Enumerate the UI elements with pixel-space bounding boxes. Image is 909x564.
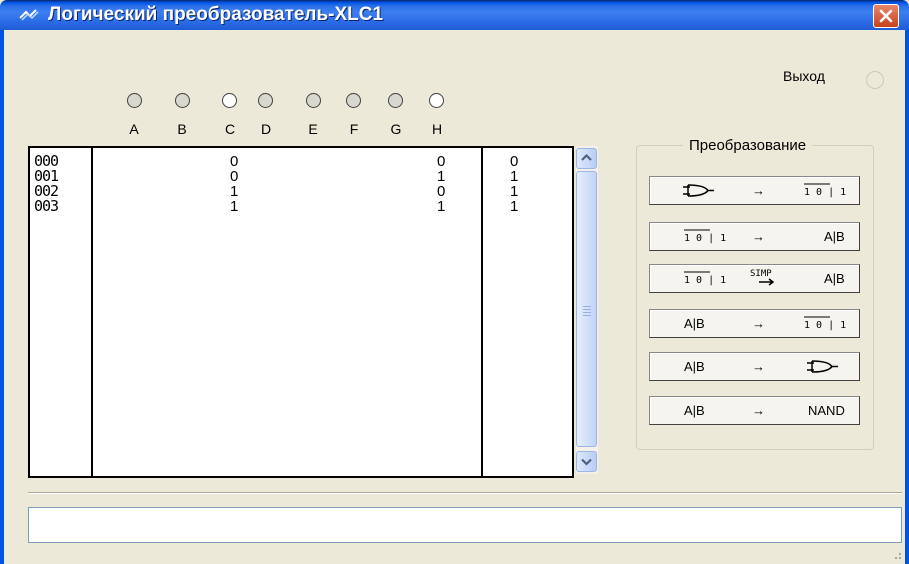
chevron-down-icon bbox=[581, 458, 592, 466]
truth-table-label: 1 0 | 1 bbox=[804, 187, 846, 198]
window-frame-left bbox=[0, 30, 4, 564]
expression-label: A|B bbox=[684, 403, 705, 418]
expression-label: A|B bbox=[684, 316, 705, 331]
variable-f-label: F bbox=[349, 121, 359, 137]
gate-icon bbox=[683, 184, 714, 197]
variable-e-toggle[interactable] bbox=[306, 93, 321, 108]
expression-label: A|B bbox=[684, 359, 705, 374]
conversion-title: Преобразование bbox=[683, 137, 813, 154]
truth-table-to-simplified-graphic: 1 0 | 1 SIMP A|B bbox=[684, 269, 845, 286]
table-divider bbox=[481, 146, 483, 478]
circuit-to-truth-table-button[interactable]: → 1 0 | 1 bbox=[649, 176, 860, 205]
variable-c-label: C bbox=[224, 121, 236, 137]
expression-label: A|B bbox=[824, 271, 845, 286]
arrow-icon bbox=[759, 278, 775, 286]
variable-a-toggle[interactable] bbox=[127, 93, 142, 108]
arrow-icon: → bbox=[752, 359, 765, 374]
arrow-icon: → bbox=[752, 403, 765, 418]
output-cell[interactable]: 0 bbox=[510, 154, 518, 169]
variable-g-label: G bbox=[390, 121, 402, 137]
truth-table-label: 1 0 | 1 bbox=[684, 275, 726, 286]
variable-h-toggle[interactable] bbox=[429, 93, 444, 108]
cell-h: 0 bbox=[437, 153, 446, 170]
close-icon bbox=[879, 9, 893, 23]
cell-h: 1 bbox=[437, 198, 446, 215]
vertical-scrollbar[interactable] bbox=[576, 146, 598, 474]
arrow-icon: → bbox=[752, 183, 765, 198]
cell-c: 0 bbox=[230, 168, 239, 185]
row-index: 003 bbox=[34, 197, 59, 215]
gate-icon bbox=[807, 360, 838, 373]
expression-field[interactable] bbox=[28, 507, 902, 543]
cell-h: 1 bbox=[437, 168, 446, 185]
app-icon bbox=[19, 9, 39, 21]
grip-line bbox=[583, 306, 591, 307]
expression-to-nand-graphic: A|B → NAND bbox=[684, 403, 845, 418]
truth-table-to-simplified-button[interactable]: 1 0 | 1 SIMP A|B bbox=[649, 264, 860, 293]
simp-label: SIMP bbox=[750, 269, 772, 279]
output-cell[interactable]: 1 bbox=[510, 169, 518, 184]
grip-line bbox=[583, 315, 591, 316]
separator bbox=[28, 492, 902, 494]
chevron-up-icon bbox=[581, 153, 592, 161]
grip-line bbox=[583, 312, 591, 313]
expression-label: A|B bbox=[824, 229, 845, 244]
expression-to-nand-button[interactable]: A|B → NAND bbox=[649, 396, 860, 425]
expression-to-circuit-graphic: A|B → bbox=[684, 359, 838, 374]
close-button[interactable] bbox=[873, 4, 899, 28]
resize-grip-icon[interactable] bbox=[892, 550, 902, 560]
variable-d-label: D bbox=[260, 121, 272, 137]
output-cell[interactable]: 1 bbox=[510, 199, 518, 214]
grip-line bbox=[583, 309, 591, 310]
variable-d-toggle[interactable] bbox=[258, 93, 273, 108]
expression-to-truth-table-button[interactable]: A|B → 1 0 | 1 bbox=[649, 309, 860, 338]
window-frame-right bbox=[905, 30, 909, 564]
truth-table-to-expression-button[interactable]: 1 0 | 1 → A|B bbox=[649, 222, 860, 251]
circuit-to-truth-table-graphic: → 1 0 | 1 bbox=[683, 183, 846, 198]
truth-table-label: 1 0 | 1 bbox=[804, 320, 846, 331]
cell-c: 1 bbox=[230, 198, 239, 215]
variable-h-label: H bbox=[431, 121, 443, 137]
arrow-icon: → bbox=[752, 229, 765, 244]
arrow-icon: → bbox=[752, 316, 765, 331]
expression-to-truth-table-graphic: A|B → 1 0 | 1 bbox=[684, 316, 846, 331]
variable-c-toggle[interactable] bbox=[222, 93, 237, 108]
nand-label: NAND bbox=[808, 403, 845, 418]
scroll-thumb[interactable] bbox=[576, 171, 597, 447]
scroll-up-button[interactable] bbox=[576, 148, 597, 169]
variable-e-label: E bbox=[308, 121, 318, 137]
table-divider bbox=[91, 146, 93, 478]
cell-h: 0 bbox=[437, 183, 446, 200]
variable-a-label: A bbox=[129, 121, 139, 137]
expression-to-circuit-button[interactable]: A|B → bbox=[649, 352, 860, 381]
truth-table-to-expression-graphic: 1 0 | 1 → A|B bbox=[684, 229, 845, 244]
variable-b-toggle[interactable] bbox=[175, 93, 190, 108]
truth-table-label: 1 0 | 1 bbox=[684, 233, 726, 244]
variable-f-toggle[interactable] bbox=[346, 93, 361, 108]
cell-c: 1 bbox=[230, 183, 239, 200]
window-title: Логический преобразователь-XLC1 bbox=[48, 4, 384, 25]
scroll-down-button[interactable] bbox=[576, 451, 597, 472]
variable-g-toggle[interactable] bbox=[388, 93, 403, 108]
output-indicator bbox=[866, 71, 884, 89]
output-cell[interactable]: 1 bbox=[510, 184, 518, 199]
truth-table[interactable] bbox=[28, 146, 574, 478]
cell-c: 0 bbox=[230, 153, 239, 170]
title-bar: Логический преобразователь-XLC1 bbox=[0, 0, 909, 30]
output-label: Выход bbox=[783, 68, 825, 84]
variable-b-label: B bbox=[177, 121, 187, 137]
